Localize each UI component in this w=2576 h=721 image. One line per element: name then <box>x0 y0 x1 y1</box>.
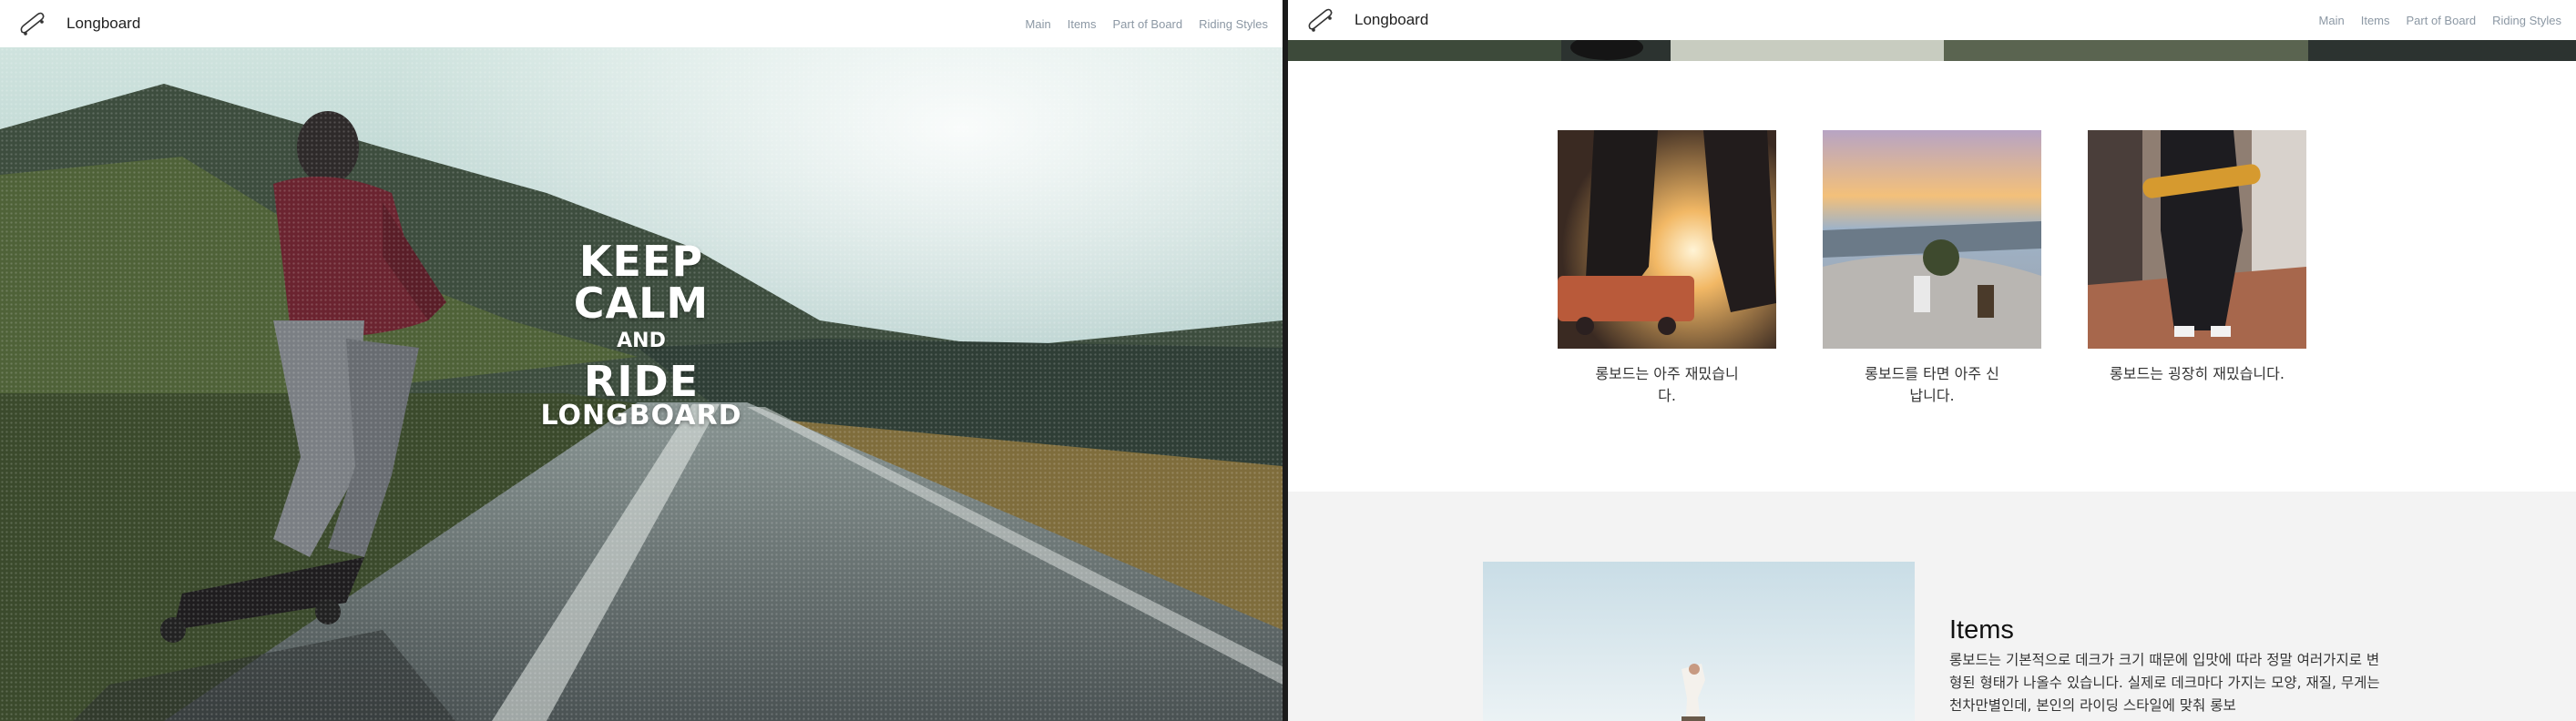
gallery-caption: 롱보드는 아주 재밌습니다. <box>1595 365 1739 404</box>
gallery-caption: 롱보드를 타면 아주 신납니다. <box>1865 365 1999 404</box>
slogan-keep: KEEP <box>578 237 704 286</box>
gallery-caption: 롱보드는 굉장히 재밌습니다. <box>2110 365 2285 382</box>
items-title: Items <box>1949 615 2014 645</box>
slogan-longboard: LONGBOARD <box>540 400 742 432</box>
gallery-card: 롱보드를 타면 아주 신납니다. <box>1823 130 2041 407</box>
nav-main[interactable]: Main <box>2319 14 2345 27</box>
nav-links: Main Items Part of Board Riding Styles <box>2319 14 2561 27</box>
nav-items[interactable]: Items <box>2361 14 2390 27</box>
items-section: Items 롱보드는 기본적으로 데크가 크기 때문에 입맛에 따라 정말 여러… <box>1288 492 2576 721</box>
gallery-card: 롱보드는 굉장히 재밌습니다. <box>2088 130 2306 385</box>
hero-slogan: KEEP CALM AND RIDE LONGBOARD <box>0 240 1283 430</box>
gallery-photo-sunset-feet <box>1558 130 1776 349</box>
navbar: Longboard Main Items Part of Board Ridin… <box>1288 0 2576 40</box>
hero-image-strip <box>1288 40 2576 61</box>
nav-items[interactable]: Items <box>1068 17 1097 31</box>
nav-riding-styles[interactable]: Riding Styles <box>2492 14 2561 27</box>
items-description: 롱보드는 기본적으로 데크가 크기 때문에 입맛에 따라 정말 여러가지로 변형… <box>1949 652 2380 714</box>
nav-links: Main Items Part of Board Riding Styles <box>1026 17 1268 31</box>
brand-name[interactable]: Longboard <box>66 15 140 33</box>
slogan-ride: RIDE <box>583 357 700 406</box>
navbar: Longboard Main Items Part of Board Ridin… <box>0 0 1283 47</box>
brand-name[interactable]: Longboard <box>1354 11 1428 29</box>
scrolled-content-view: Longboard Main Items Part of Board Ridin… <box>1288 0 2576 721</box>
nav-riding-styles[interactable]: Riding Styles <box>1199 17 1268 31</box>
longboard-logo-icon[interactable] <box>16 10 47 37</box>
nav-part-of-board[interactable]: Part of Board <box>1113 17 1183 31</box>
main-hero-view: Longboard Main Items Part of Board Ridin… <box>0 0 1283 721</box>
slogan-and: AND <box>617 330 666 352</box>
longboard-logo-icon[interactable] <box>1304 6 1335 34</box>
nav-part-of-board[interactable]: Part of Board <box>2407 14 2477 27</box>
gallery-card: 롱보드는 아주 재밌습니다. <box>1558 130 1776 407</box>
hero-section: KEEP CALM AND RIDE LONGBOARD <box>0 47 1283 721</box>
slogan-calm: CALM <box>573 279 710 328</box>
nav-main[interactable]: Main <box>1026 17 1051 31</box>
gallery-photo-street-board <box>2088 130 2306 349</box>
items-photo-rider-sky <box>1483 562 1915 721</box>
gallery-photo-riders-coast <box>1823 130 2041 349</box>
